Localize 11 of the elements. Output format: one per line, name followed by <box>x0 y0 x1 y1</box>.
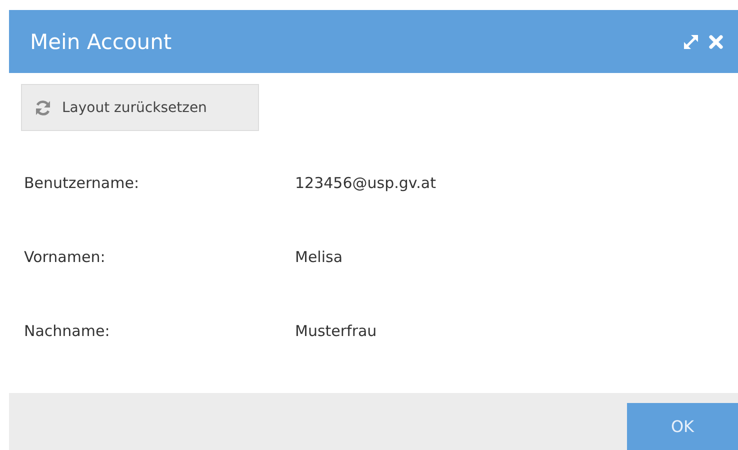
field-value: Musterfrau <box>295 322 377 340</box>
field-label: Benutzername: <box>24 174 140 192</box>
field-value: Melisa <box>295 248 343 266</box>
window-title: Mein Account <box>30 30 172 54</box>
reset-layout-button[interactable]: Layout zurücksetzen <box>21 84 259 131</box>
field-value: 123456@usp.gv.at <box>295 174 436 192</box>
field-label: Nachname: <box>24 322 111 340</box>
maximize-icon[interactable] <box>682 32 700 50</box>
close-icon[interactable] <box>708 34 724 50</box>
field-label: Vornamen: <box>24 248 106 266</box>
refresh-icon <box>34 98 52 116</box>
